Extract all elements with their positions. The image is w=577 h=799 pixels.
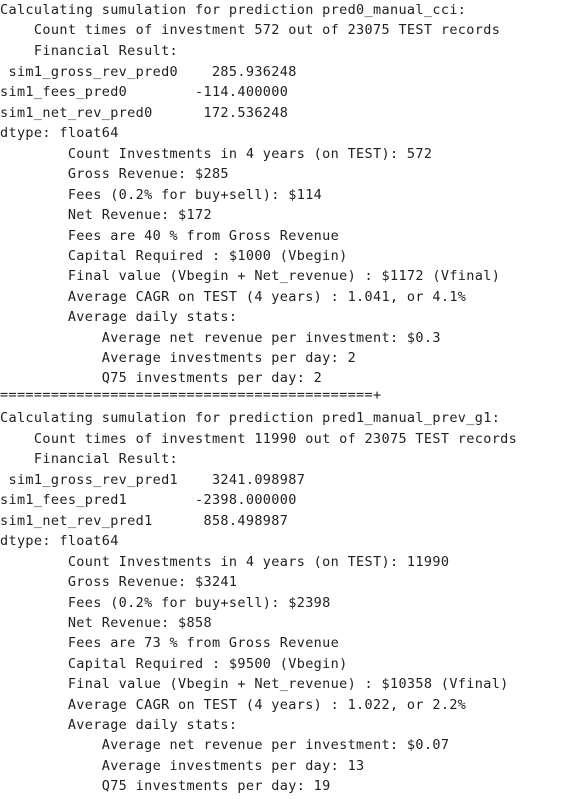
output-line-4: sim1_fees_pred0 -114.400000 [0,84,289,100]
output-line-11: Fees are 40 % from Gross Revenue [0,228,340,244]
output-line-6: dtype: float64 [0,125,119,141]
output-line-1: Count times of investment 572 out of 230… [0,22,501,38]
output-line-7: Count Investments in 4 years (on TEST): … [0,146,433,162]
output-line-32: Capital Required : $9500 (Vbegin) [0,656,348,672]
output-line-38: Q75 investments per day: 19 [0,778,331,794]
output-line-12: Capital Required : $1000 (Vbegin) [0,248,348,264]
output-line-34: Average CAGR on TEST (4 years) : 1.022, … [0,697,467,713]
output-line-36: Average net revenue per investment: $0.0… [0,737,450,753]
output-line-2: Financial Result: [0,43,179,59]
output-line-9: Fees (0.2% for buy+sell): $114 [0,187,323,203]
output-line-17: Average investments per day: 2 [0,350,357,366]
output-line-5: sim1_net_rev_pred0 172.536248 [0,105,289,121]
output-line-35: Average daily stats: [0,717,238,733]
output-line-0: Calculating sumulation for prediction pr… [0,2,467,18]
output-line-10: Net Revenue: $172 [0,207,212,223]
output-line-20: Calculating sumulation for prediction pr… [0,410,501,426]
output-line-27: Count Investments in 4 years (on TEST): … [0,554,450,570]
output-line-8: Gross Revenue: $285 [0,166,229,182]
output-line-3: sim1_gross_rev_pred0 285.936248 [0,64,297,80]
output-line-21: Count times of investment 11990 out of 2… [0,431,518,447]
output-line-22: Financial Result: [0,451,179,467]
output-line-29: Fees (0.2% for buy+sell): $2398 [0,595,331,611]
output-line-37: Average investments per day: 13 [0,758,365,774]
output-line-33: Final value (Vbegin + Net_revenue) : $10… [0,676,509,692]
output-line-31: Fees are 73 % from Gross Revenue [0,635,340,651]
output-line-26: dtype: float64 [0,533,119,549]
output-line-15: Average daily stats: [0,309,238,325]
output-line-13: Final value (Vbegin + Net_revenue) : $11… [0,268,501,284]
output-line-14: Average CAGR on TEST (4 years) : 1.041, … [0,289,467,305]
output-line-16: Average net revenue per investment: $0.3 [0,330,441,346]
output-line-25: sim1_net_rev_pred1 858.498987 [0,513,289,529]
output-line-24: sim1_fees_pred1 -2398.000000 [0,492,297,508]
output-line-30: Net Revenue: $858 [0,615,212,631]
console-output: Calculating sumulation for prediction pr… [0,0,577,799]
output-line-23: sim1_gross_rev_pred1 3241.098987 [0,472,306,488]
output-line-28: Gross Revenue: $3241 [0,574,238,590]
separator-line: ========================================… [0,387,382,403]
